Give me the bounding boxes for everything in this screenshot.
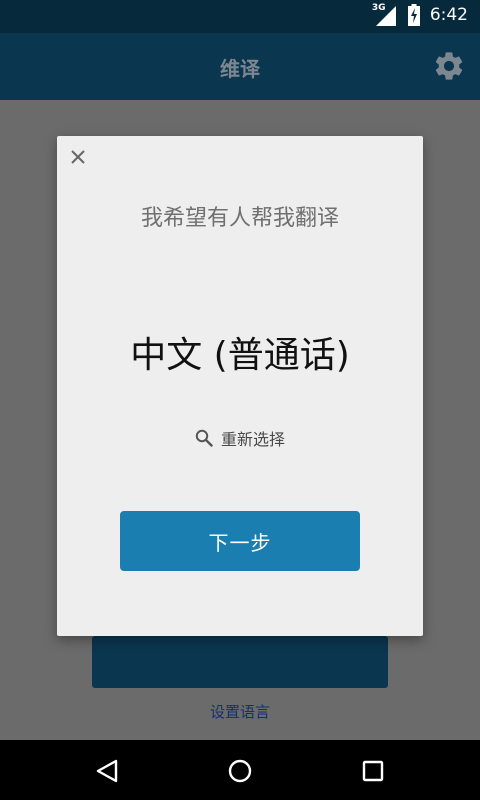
recents-icon xyxy=(362,760,384,782)
set-language-link[interactable]: 设置语言 xyxy=(0,701,480,722)
next-button[interactable]: 下一步 xyxy=(120,511,360,571)
app-title: 维译 xyxy=(220,57,260,81)
back-icon xyxy=(96,759,118,783)
reselect-button[interactable]: 重新选择 xyxy=(57,426,423,450)
app-bar: 维译 xyxy=(0,33,480,100)
clock: 6:42 xyxy=(429,5,468,25)
network-indicator: 3G xyxy=(372,3,398,26)
status-icons: 3G 6:42 xyxy=(372,3,468,26)
reselect-label: 重新选择 xyxy=(220,430,285,449)
gear-icon[interactable] xyxy=(432,49,466,83)
home-button[interactable] xyxy=(223,754,257,788)
navigation-bar xyxy=(0,740,480,800)
close-icon xyxy=(71,150,85,164)
battery-charging-icon xyxy=(407,4,420,26)
signal-icon xyxy=(375,6,396,26)
background-button xyxy=(92,636,388,688)
search-icon xyxy=(195,429,213,447)
translation-dialog: 我希望有人帮我翻译 中文 (普通话) 重新选择 下一步 xyxy=(57,136,423,636)
dialog-prompt: 我希望有人帮我翻译 xyxy=(140,206,339,231)
selected-language: 中文 (普通话) xyxy=(130,335,350,376)
home-icon xyxy=(228,759,252,783)
recents-button[interactable] xyxy=(356,754,390,788)
close-button[interactable] xyxy=(67,146,89,168)
back-button[interactable] xyxy=(90,754,124,788)
status-bar: 3G 6:42 xyxy=(0,0,480,33)
